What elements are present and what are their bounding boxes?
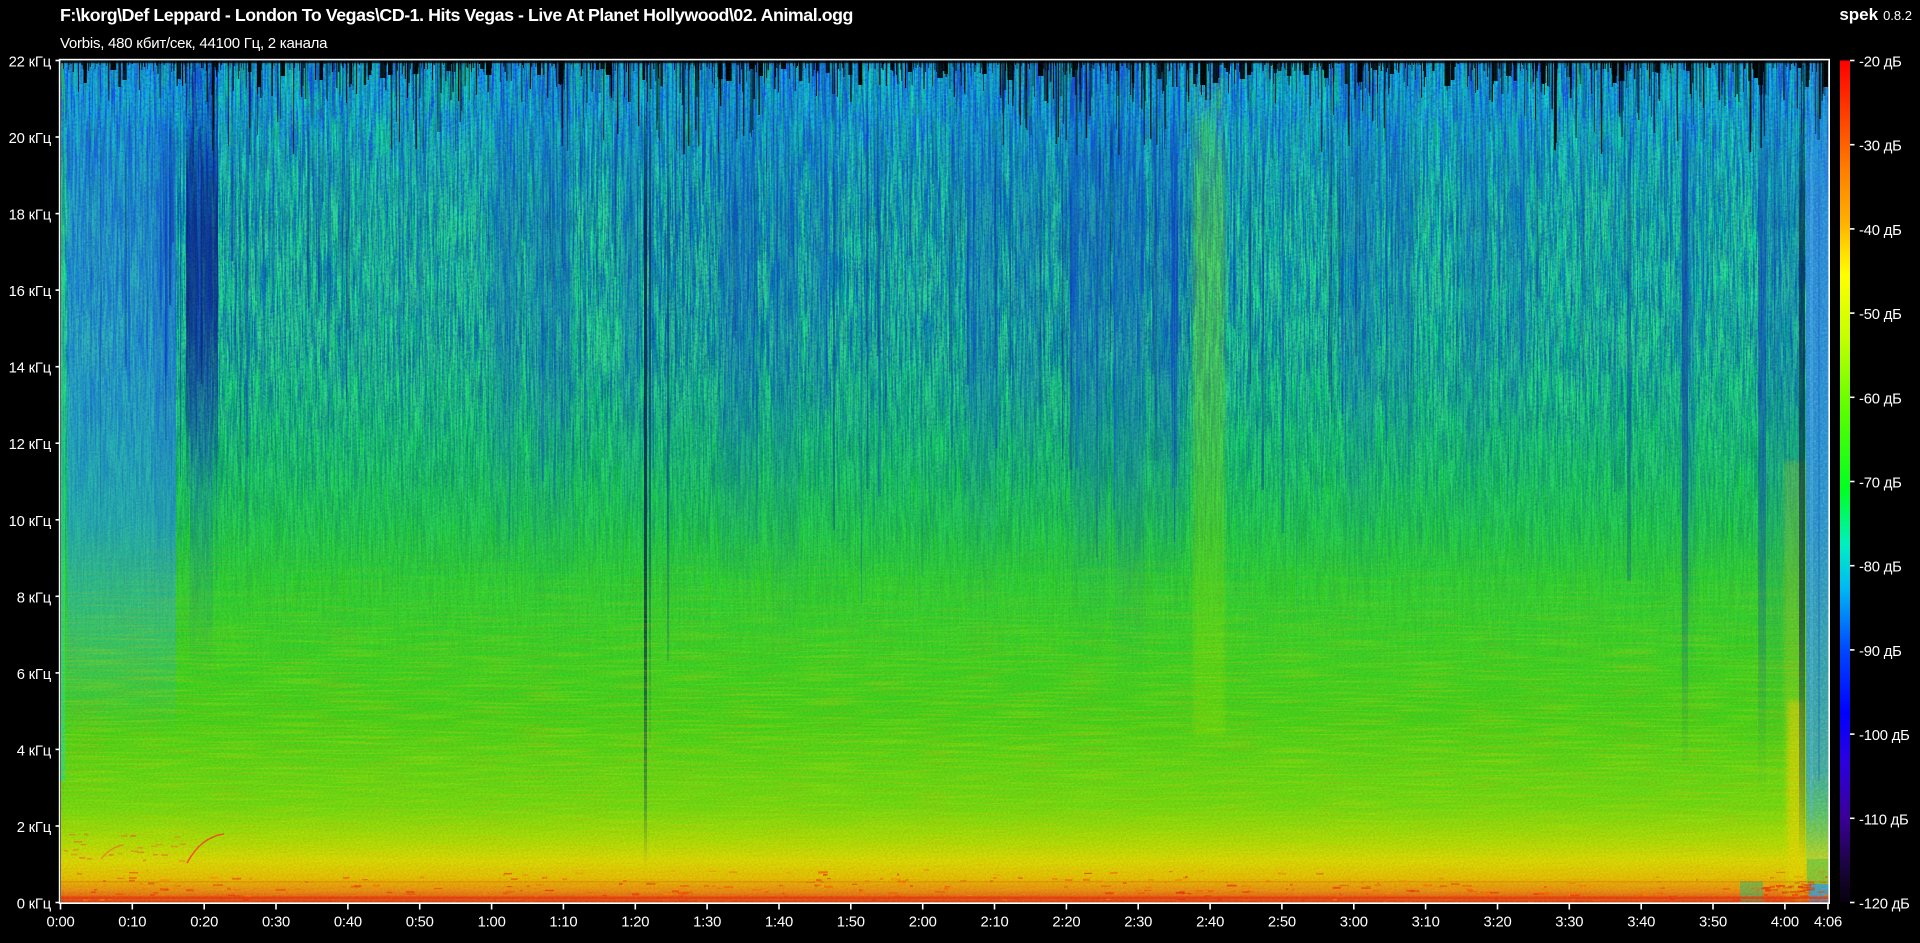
svg-text:1:50: 1:50	[837, 915, 865, 931]
svg-text:3:40: 3:40	[1627, 915, 1655, 931]
svg-text:-50 дБ: -50 дБ	[1859, 307, 1902, 323]
svg-text:0:50: 0:50	[406, 915, 434, 931]
svg-text:1:40: 1:40	[765, 915, 793, 931]
svg-text:2:10: 2:10	[981, 915, 1009, 931]
svg-text:-80 дБ: -80 дБ	[1859, 560, 1902, 576]
svg-text:0:10: 0:10	[118, 915, 146, 931]
svg-text:3:10: 3:10	[1412, 915, 1440, 931]
svg-text:4:06: 4:06	[1814, 915, 1842, 931]
svg-text:12 кГц: 12 кГц	[9, 437, 52, 453]
svg-text:1:10: 1:10	[549, 915, 577, 931]
svg-text:3:00: 3:00	[1340, 915, 1368, 931]
svg-text:6 кГц: 6 кГц	[17, 667, 52, 683]
svg-text:2:00: 2:00	[909, 915, 937, 931]
svg-text:Vorbis, 480 кбит/сек, 44100 Гц: Vorbis, 480 кбит/сек, 44100 Гц, 2 канала	[60, 35, 328, 52]
svg-text:-60 дБ: -60 дБ	[1859, 391, 1902, 407]
svg-text:22 кГц: 22 кГц	[9, 55, 52, 71]
svg-text:2:30: 2:30	[1124, 915, 1152, 931]
svg-text:-100 дБ: -100 дБ	[1859, 728, 1910, 744]
svg-text:spek0.8.2: spek 0.8.2	[1839, 5, 1912, 24]
svg-text:1:20: 1:20	[621, 915, 649, 931]
svg-text:2:50: 2:50	[1268, 915, 1296, 931]
svg-text:16 кГц: 16 кГц	[9, 284, 52, 300]
svg-text:-20 дБ: -20 дБ	[1859, 55, 1902, 71]
svg-text:2:20: 2:20	[1052, 915, 1080, 931]
svg-text:-110 дБ: -110 дБ	[1859, 812, 1909, 828]
svg-text:8 кГц: 8 кГц	[17, 590, 52, 606]
svg-text:1:00: 1:00	[478, 915, 506, 931]
svg-text:0:00: 0:00	[47, 915, 75, 931]
svg-text:0:40: 0:40	[334, 915, 362, 931]
svg-text:0:30: 0:30	[262, 915, 290, 931]
svg-text:1:30: 1:30	[693, 915, 721, 931]
svg-text:-30 дБ: -30 дБ	[1859, 139, 1902, 155]
svg-text:2:40: 2:40	[1196, 915, 1224, 931]
svg-text:18 кГц: 18 кГц	[9, 208, 52, 224]
svg-text:14 кГц: 14 кГц	[9, 361, 52, 377]
svg-text:F:\korg\Def Leppard - London T: F:\korg\Def Leppard - London To Vegas\CD…	[60, 5, 853, 25]
svg-text:3:20: 3:20	[1484, 915, 1512, 931]
svg-text:0:20: 0:20	[190, 915, 218, 931]
svg-text:20 кГц: 20 кГц	[9, 131, 52, 147]
svg-text:-40 дБ: -40 дБ	[1859, 223, 1902, 239]
svg-text:0 кГц: 0 кГц	[17, 897, 52, 913]
svg-text:-120 дБ: -120 дБ	[1859, 897, 1910, 913]
svg-text:3:30: 3:30	[1555, 915, 1583, 931]
svg-text:4 кГц: 4 кГц	[17, 743, 52, 759]
svg-text:2 кГц: 2 кГц	[17, 820, 52, 836]
svg-text:10 кГц: 10 кГц	[9, 514, 52, 530]
svg-text:3:50: 3:50	[1699, 915, 1727, 931]
svg-text:-70 дБ: -70 дБ	[1859, 476, 1902, 492]
svg-text:-90 дБ: -90 дБ	[1859, 644, 1902, 660]
svg-text:4:00: 4:00	[1771, 915, 1799, 931]
